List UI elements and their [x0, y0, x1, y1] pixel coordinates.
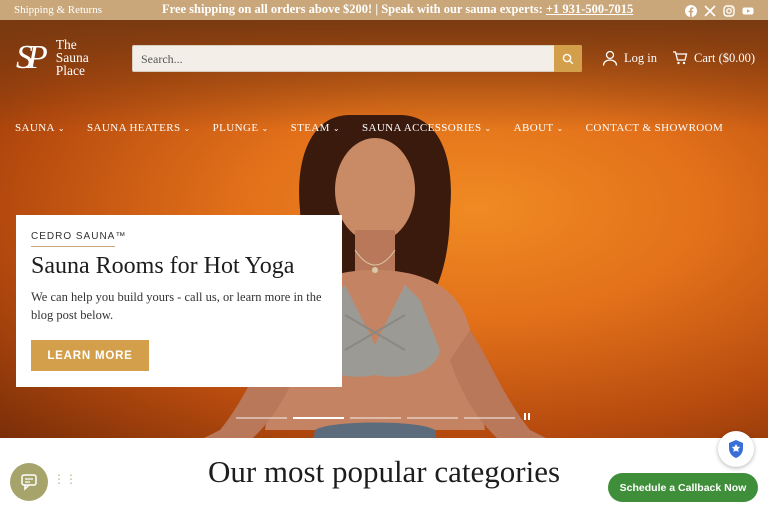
nav-label: STEAM: [290, 122, 330, 134]
cart-link[interactable]: Cart ($0.00): [672, 50, 755, 66]
learn-more-button[interactable]: LEARN MORE: [31, 340, 149, 371]
cart-label: Cart ($0.00): [694, 50, 756, 65]
chevron-down-icon: ⌄: [332, 124, 340, 133]
nav-item-sauna[interactable]: SAUNA ⌄: [15, 122, 65, 134]
search-button[interactable]: [554, 45, 582, 72]
chat-button[interactable]: [10, 463, 48, 501]
nav-item-sauna-heaters[interactable]: SAUNA HEATERS ⌄: [87, 122, 191, 134]
nav-item-steam[interactable]: STEAM ⌄: [291, 122, 340, 134]
chevron-down-icon: ⌄: [261, 124, 269, 133]
slide-dot[interactable]: [236, 417, 287, 419]
slide-dot[interactable]: [350, 417, 401, 419]
announcement-message: Free shipping on all orders above $200! …: [162, 2, 633, 17]
logo-mark: SP: [16, 38, 48, 76]
x-icon[interactable]: [704, 4, 716, 17]
slide-dot[interactable]: [464, 417, 515, 419]
announcement-bar: Shipping & Returns Free shipping on all …: [0, 0, 768, 20]
pause-icon[interactable]: [524, 413, 530, 420]
cart-icon: [673, 51, 688, 65]
chevron-down-icon: ⌄: [183, 124, 191, 133]
trust-badge[interactable]: [718, 431, 754, 467]
user-icon: [602, 50, 618, 66]
nav-label: CONTACT & SHOWROOM: [585, 122, 724, 134]
nav-label: PLUNGE: [212, 122, 259, 134]
nav-item-about[interactable]: ABOUT ⌄: [514, 122, 564, 134]
facebook-icon[interactable]: [685, 4, 697, 18]
login-label: Log in: [624, 50, 657, 65]
hero-banner: SP The Sauna Place Search... Log in Cart…: [0, 20, 768, 438]
hero-eyebrow: CEDRO SAUNA™: [31, 231, 127, 242]
announcement-text: Free shipping on all orders above $200! …: [162, 2, 546, 16]
logo-text: The Sauna Place: [55, 38, 89, 78]
drag-handle-icon[interactable]: ⋮⋮: [53, 473, 77, 485]
eyebrow-divider: [31, 246, 115, 247]
nav-item-sauna-accessories[interactable]: SAUNA ACCESSORIES ⌄: [362, 122, 492, 134]
main-nav: SAUNA ⌄ SAUNA HEATERS ⌄ PLUNGE ⌄ STEAM ⌄ SAU…: [15, 122, 723, 134]
slide-dot[interactable]: [407, 417, 458, 419]
logo-line-3: Place: [55, 63, 86, 78]
nav-label: SAUNA HEATERS: [87, 122, 181, 134]
search-icon: [562, 53, 574, 64]
site-logo[interactable]: SP The Sauna Place: [16, 38, 89, 78]
slider-pagination: [236, 417, 515, 419]
social-links: [685, 4, 754, 18]
chevron-down-icon: ⌄: [556, 124, 564, 133]
nav-label: SAUNA: [15, 122, 55, 134]
nav-item-contact-showroom[interactable]: CONTACT & SHOWROOM: [586, 122, 724, 134]
shield-icon: [729, 440, 743, 458]
phone-link[interactable]: +1 931-500-7015: [546, 2, 633, 16]
instagram-icon[interactable]: [723, 4, 735, 17]
chevron-down-icon: ⌄: [484, 124, 492, 133]
hero-promo-card: CEDRO SAUNA™ Sauna Rooms for Hot Yoga We…: [16, 215, 342, 387]
youtube-icon[interactable]: [742, 4, 754, 16]
hero-title: Sauna Rooms for Hot Yoga: [31, 253, 295, 279]
slide-dot-active[interactable]: [293, 417, 344, 419]
nav-item-plunge[interactable]: PLUNGE ⌄: [213, 122, 269, 134]
search-bar[interactable]: Search...: [132, 45, 582, 72]
shipping-returns-link[interactable]: Shipping & Returns: [14, 4, 102, 16]
search-input[interactable]: Search...: [141, 52, 183, 67]
hero-description: We can help you build yours - call us, o…: [31, 290, 322, 322]
login-link[interactable]: Log in: [602, 50, 657, 66]
chat-icon: [21, 474, 37, 491]
chevron-down-icon: ⌄: [57, 124, 66, 133]
schedule-callback-button[interactable]: Schedule a Callback Now: [608, 473, 758, 502]
nav-label: ABOUT: [513, 122, 554, 134]
nav-label: SAUNA ACCESSORIES: [361, 122, 482, 134]
